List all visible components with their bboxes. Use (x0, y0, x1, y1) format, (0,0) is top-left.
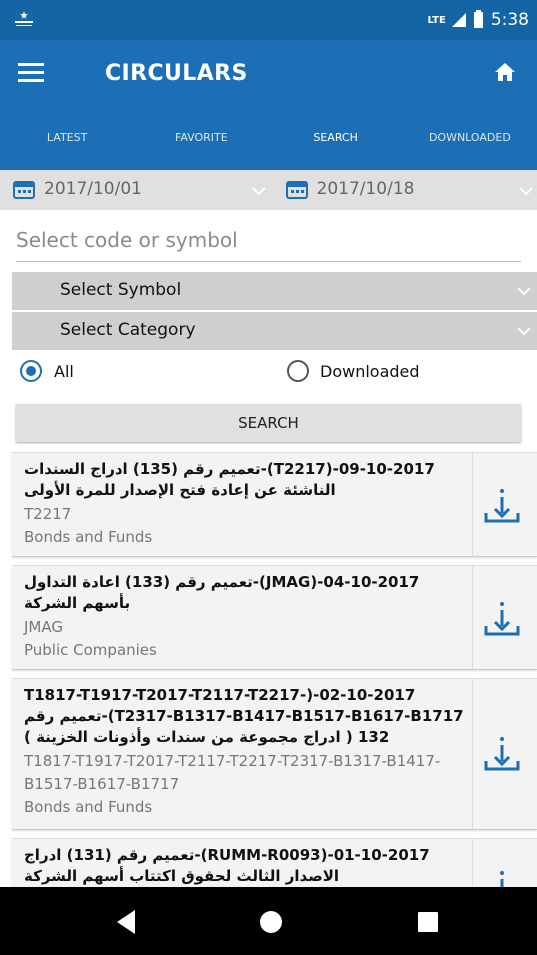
circular-code: JMAG (24, 618, 63, 636)
circular-title: 02-10-2017-(T1817-T1917-T2017-T2117-T221… (24, 686, 464, 746)
app-bar: CIRCULARS (0, 40, 537, 106)
date-range-row: 2017/10/01 2017/10/18 (0, 170, 537, 210)
symbol-select-label: Select Symbol (60, 280, 182, 300)
filter-radio-group: All Downloaded (0, 355, 537, 395)
circular-code: T1817-T1917-T2017-T2117-T2217-T2317-B131… (24, 752, 441, 793)
calendar-icon (285, 181, 308, 199)
radio-all-label: All (54, 362, 74, 381)
divider (472, 453, 473, 556)
back-icon[interactable] (117, 910, 135, 934)
code-symbol-input[interactable] (16, 218, 521, 262)
divider (472, 566, 473, 669)
circular-title: 09-10-2017-(T2217)-تعميم رقم (135) ادراج… (24, 460, 435, 499)
date-to-picker[interactable]: 2017/10/18 (269, 170, 537, 210)
download-icon[interactable] (482, 487, 522, 527)
battery-icon (473, 10, 483, 28)
download-icon[interactable] (482, 600, 522, 640)
home-icon[interactable] (493, 60, 517, 84)
tab-favorite[interactable]: FAVORITE (134, 106, 268, 170)
symbol-select[interactable]: Select Symbol (12, 272, 537, 310)
list-item-content: 04-10-2017-(JMAG)-تعميم رقم (133) اعادة … (24, 572, 468, 662)
date-from-value: 2017/10/01 (44, 179, 142, 199)
category-select[interactable]: Select Category (12, 312, 537, 350)
tab-latest[interactable]: LATEST (0, 106, 134, 170)
radio-all[interactable] (20, 360, 42, 382)
clock-time: 5:38 (490, 10, 529, 30)
circular-title: 01-10-2017-(RUMM-R0093)-تعميم رقم (131) … (24, 846, 430, 885)
tab-downloaded[interactable]: DOWNLOADED (403, 106, 537, 170)
calendar-icon (13, 181, 35, 199)
home-circle-icon[interactable] (260, 911, 282, 933)
circular-code: T2217 (24, 505, 72, 523)
tab-search[interactable]: SEARCH (269, 106, 403, 170)
date-to-value: 2017/10/18 (316, 179, 415, 199)
search-button[interactable]: SEARCH (16, 404, 521, 442)
page-title: CIRCULARS (105, 61, 248, 86)
chevron-down-icon (517, 287, 531, 296)
circular-category: Bonds and Funds (24, 528, 153, 546)
recent-apps-icon[interactable] (418, 912, 438, 932)
circular-title: 04-10-2017-(JMAG)-تعميم رقم (133) اعادة … (24, 573, 420, 612)
status-bar: LTE 5:38 (0, 0, 537, 40)
list-item-content: 01-10-2017-(RUMM-R0093)-تعميم رقم (131) … (24, 845, 468, 887)
circular-category: Public Companies (24, 641, 157, 659)
radio-downloaded-label: Downloaded (320, 362, 420, 381)
list-item[interactable]: 09-10-2017-(T2217)-تعميم رقم (135) ادراج… (12, 452, 537, 557)
list-item-content: 02-10-2017-(T1817-T1917-T2017-T2117-T221… (24, 685, 468, 819)
download-icon[interactable] (482, 735, 522, 775)
circular-category: Bonds and Funds (24, 798, 153, 816)
tab-bar: LATEST FAVORITE SEARCH DOWNLOADED (0, 106, 537, 170)
date-from-picker[interactable]: 2017/10/01 (0, 170, 269, 210)
chevron-down-icon (252, 187, 266, 196)
chevron-down-icon (518, 187, 533, 196)
list-item[interactable]: 04-10-2017-(JMAG)-تعميم رقم (133) اعادة … (12, 565, 537, 670)
hamburger-menu-icon[interactable] (18, 63, 44, 83)
category-select-label: Select Category (60, 320, 196, 340)
chevron-down-icon (517, 327, 531, 336)
lte-label: LTE (427, 14, 446, 26)
signal-icon (451, 13, 466, 27)
radio-downloaded[interactable] (287, 360, 309, 382)
divider (472, 679, 473, 829)
list-item[interactable]: 02-10-2017-(T1817-T1917-T2017-T2117-T221… (12, 678, 537, 830)
list-item-content: 09-10-2017-(T2217)-تعميم رقم (135) ادراج… (24, 459, 468, 549)
status-indicators: LTE 5:38 (427, 10, 529, 30)
system-navigation-bar (0, 887, 537, 955)
app-logo-icon (15, 11, 33, 26)
